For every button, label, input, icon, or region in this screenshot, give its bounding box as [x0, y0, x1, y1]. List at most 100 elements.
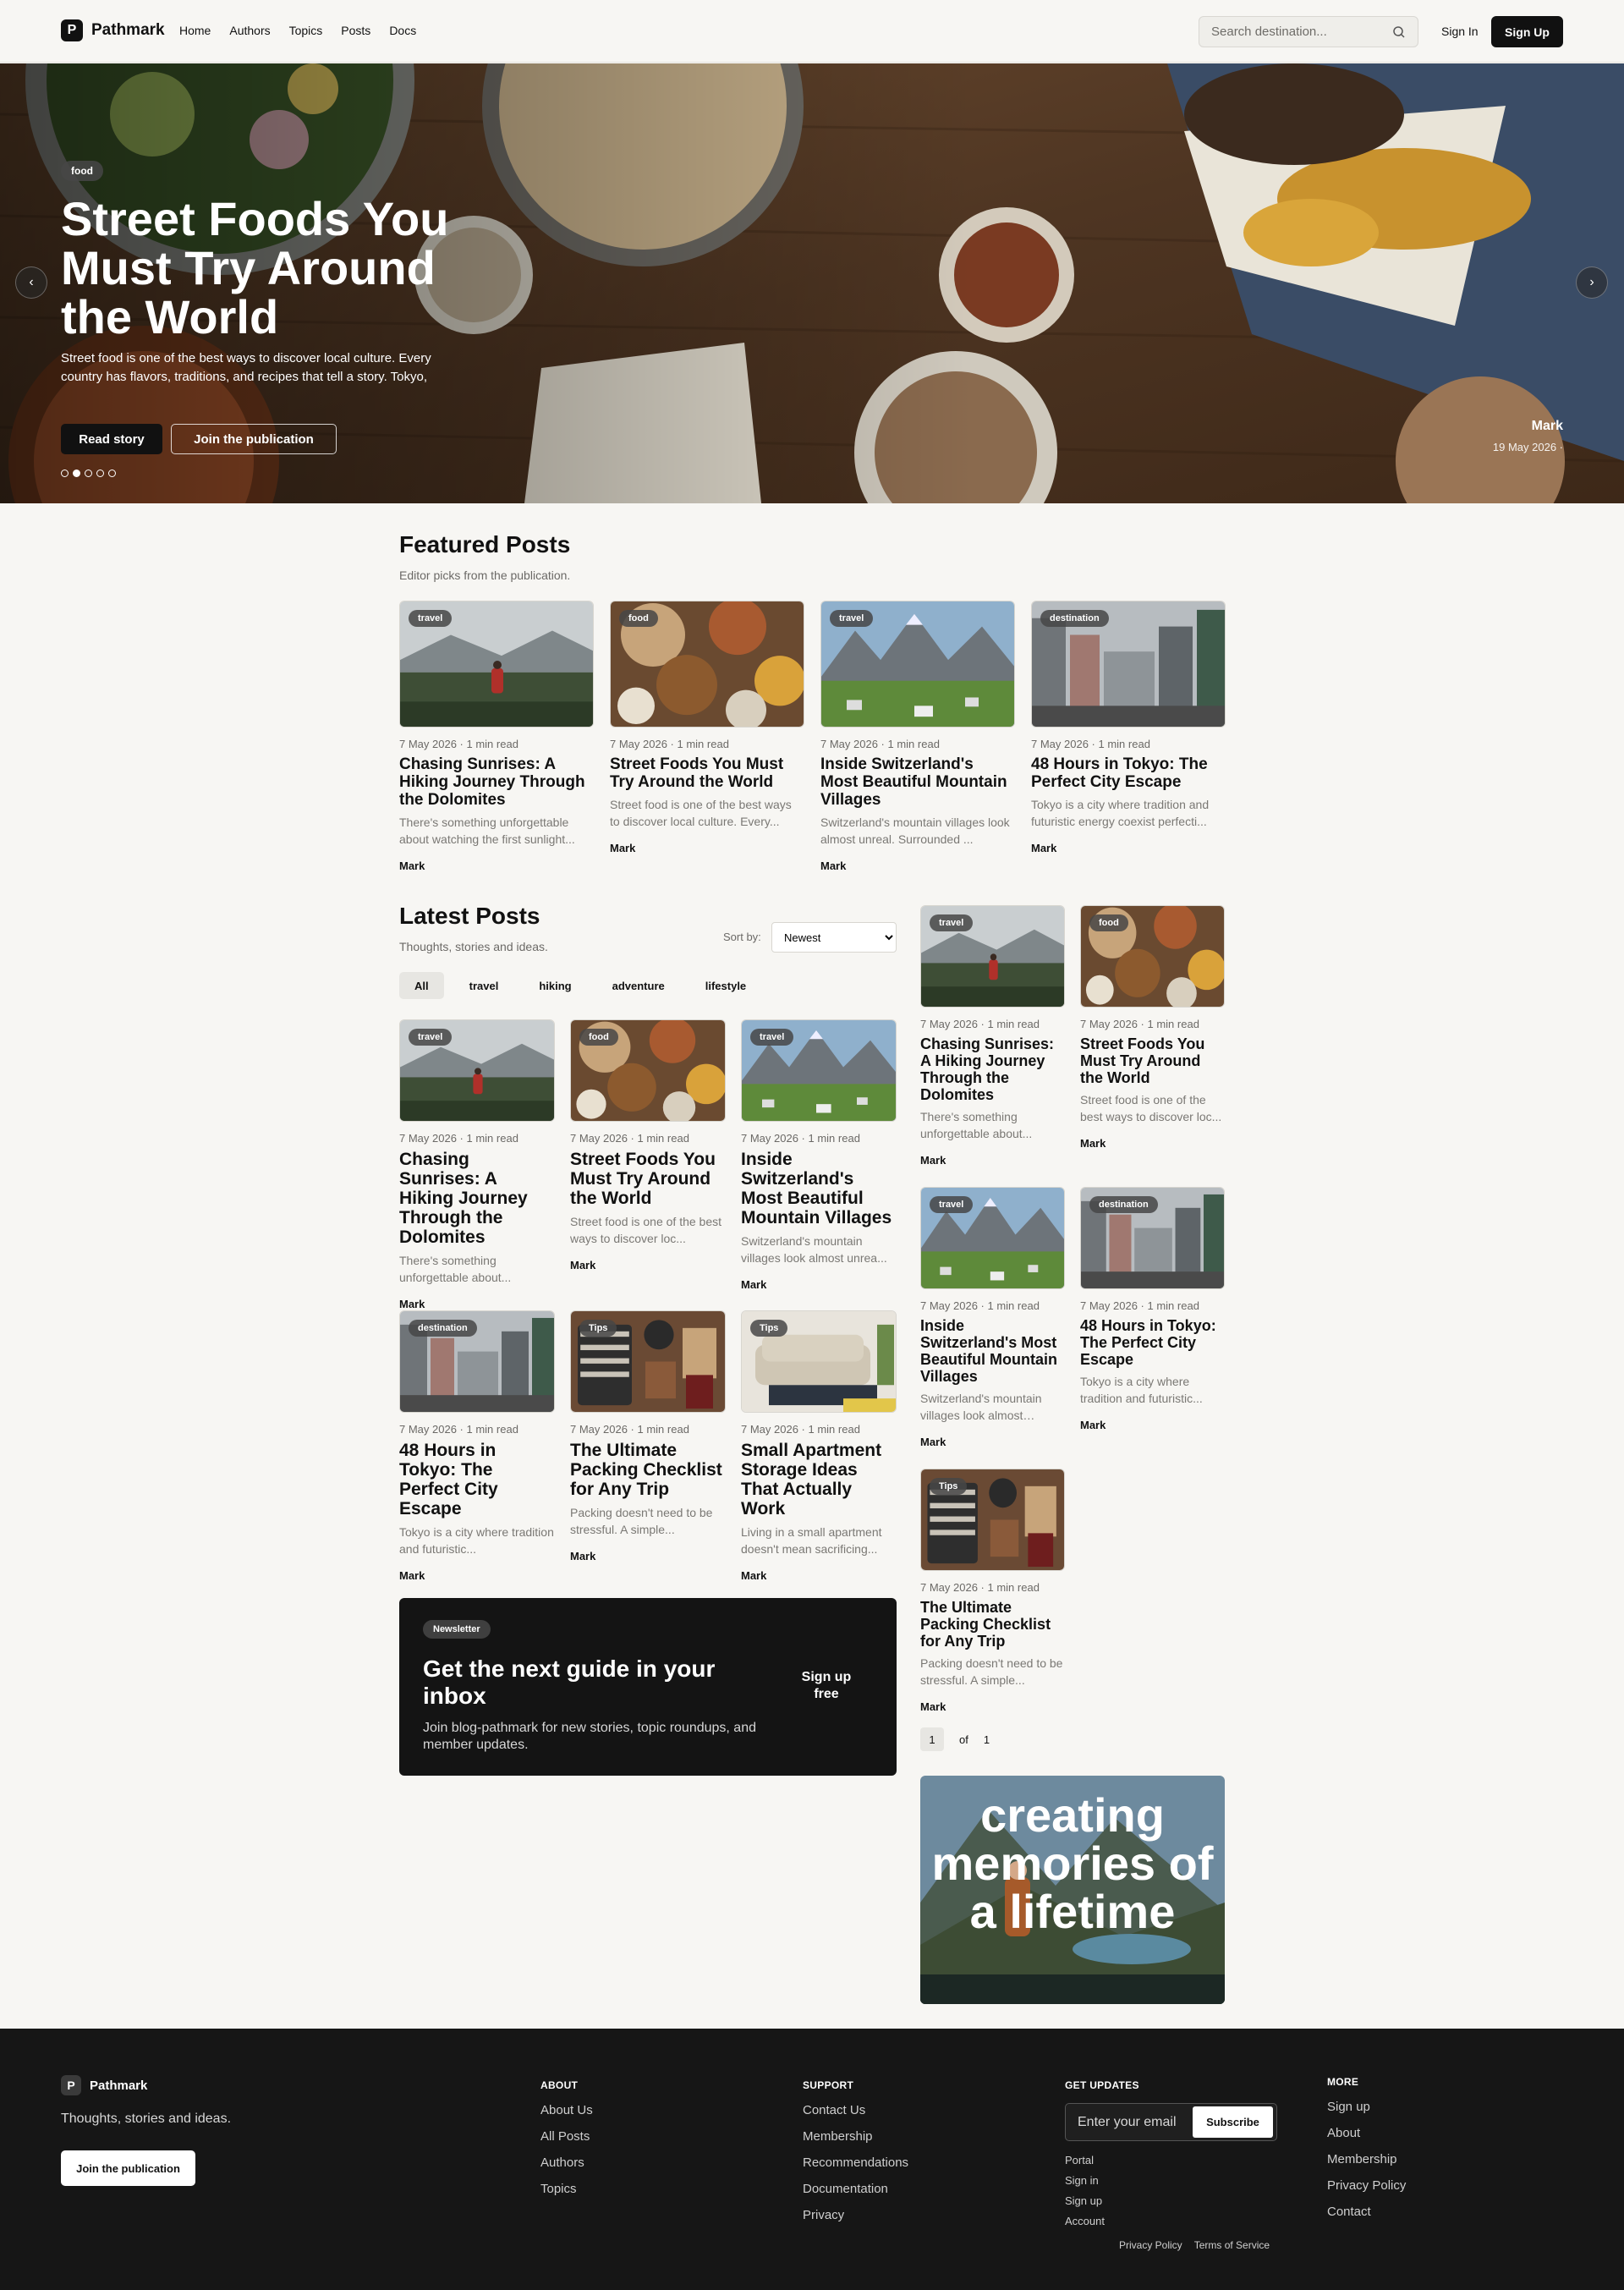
post-tag[interactable]: food	[619, 610, 658, 627]
post-card[interactable]: destination 7 May 2026 · 1 min read 48 Hou…	[1031, 601, 1226, 854]
footer-link-authors[interactable]: Authors	[540, 2155, 593, 2170]
post-tag[interactable]: travel	[409, 1029, 453, 1046]
post-title[interactable]: Street Foods You Must Try Around the Wor…	[1080, 1035, 1225, 1086]
hero-tag[interactable]: food	[61, 161, 103, 181]
footer-link-membership[interactable]: Membership	[803, 2129, 908, 2144]
footer-link-portal[interactable]: Portal	[1065, 2154, 1105, 2166]
carousel-dot[interactable]	[61, 470, 69, 477]
post-title[interactable]: Inside Switzerland's Most Beautiful Moun…	[820, 755, 1015, 809]
post-card[interactable]: travel 7 May 2026 · 1 min read Inside Swit…	[741, 1019, 897, 1291]
carousel-next-button[interactable]: ›	[1576, 266, 1608, 299]
filter-travel[interactable]: travel	[454, 972, 514, 999]
footer-more-privacy[interactable]: Privacy Policy	[1327, 2178, 1406, 2193]
post-tag[interactable]: food	[579, 1029, 618, 1046]
post-thumbnail[interactable]: food	[610, 601, 804, 728]
post-card[interactable]: food 7 May 2026 · 1 min read Street Foods …	[570, 1019, 726, 1271]
newsletter-signup-button[interactable]: Sign up free	[792, 1669, 861, 1703]
filter-lifestyle[interactable]: lifestyle	[690, 972, 761, 999]
nav-posts[interactable]: Posts	[341, 24, 370, 37]
join-publication-button[interactable]: Join the publication	[171, 424, 337, 454]
post-title[interactable]: Small Apartment Storage Ideas That Actua…	[741, 1441, 897, 1518]
post-author[interactable]: Mark	[399, 859, 594, 872]
post-tag[interactable]: travel	[930, 1196, 974, 1213]
footer-link-signin[interactable]: Sign in	[1065, 2174, 1105, 2187]
footer-link-documentation[interactable]: Documentation	[803, 2182, 908, 2196]
post-author[interactable]: Mark	[920, 1154, 1065, 1167]
footer-link-signup[interactable]: Sign up	[1065, 2194, 1105, 2207]
post-thumbnail[interactable]: food	[1080, 905, 1225, 1008]
legal-privacy-link[interactable]: Privacy Policy	[1119, 2239, 1182, 2251]
post-thumbnail[interactable]: food	[570, 1019, 726, 1122]
post-card[interactable]: Tips 7 May 2026 · 1 min read Small Apartme…	[741, 1310, 897, 1582]
nav-topics[interactable]: Topics	[289, 24, 323, 37]
post-title[interactable]: The Ultimate Packing Checklist for Any T…	[570, 1441, 726, 1499]
footer-more-about[interactable]: About	[1327, 2126, 1406, 2140]
post-card[interactable]: destination 7 May 2026 · 1 min read 48 Hou…	[1080, 1187, 1225, 1431]
post-thumbnail[interactable]: travel	[399, 1019, 555, 1122]
post-card[interactable]: destination 7 May 2026 · 1 min read 48 Hou…	[399, 1310, 555, 1582]
post-tag[interactable]: Tips	[930, 1478, 968, 1495]
carousel-prev-button[interactable]: ‹	[15, 266, 47, 299]
post-title[interactable]: 48 Hours in Tokyo: The Perfect City Esca…	[399, 1441, 555, 1518]
post-tag[interactable]: travel	[830, 610, 874, 627]
post-author[interactable]: Mark	[741, 1569, 897, 1582]
post-author[interactable]: Mark	[820, 859, 1015, 872]
post-thumbnail[interactable]: destination	[1031, 601, 1226, 728]
post-card[interactable]: travel 7 May 2026 · 1 min read Chasing Sun…	[920, 905, 1065, 1167]
post-thumbnail[interactable]: destination	[399, 1310, 555, 1413]
nav-authors[interactable]: Authors	[229, 24, 270, 37]
footer-join-button[interactable]: Join the publication	[61, 2150, 195, 2186]
post-card[interactable]: Tips 7 May 2026 · 1 min read The Ultimate …	[920, 1469, 1065, 1713]
post-author[interactable]: Mark	[1031, 842, 1226, 854]
post-thumbnail[interactable]: travel	[399, 601, 594, 728]
post-card[interactable]: travel 7 May 2026 · 1 min read Chasing Sun…	[399, 1019, 555, 1310]
signup-button[interactable]: Sign Up	[1491, 16, 1563, 47]
filter-hiking[interactable]: hiking	[524, 972, 586, 999]
search-input[interactable]	[1211, 25, 1380, 39]
post-tag[interactable]: travel	[750, 1029, 794, 1046]
post-author[interactable]: Mark	[570, 1550, 726, 1562]
post-title[interactable]: Inside Switzerland's Most Beautiful Moun…	[741, 1150, 897, 1227]
filter-adventure[interactable]: adventure	[597, 972, 680, 999]
post-thumbnail[interactable]: Tips	[920, 1469, 1065, 1571]
legal-terms-link[interactable]: Terms of Service	[1194, 2239, 1270, 2251]
post-title[interactable]: The Ultimate Packing Checklist for Any T…	[920, 1599, 1065, 1650]
filter-all[interactable]: All	[399, 972, 444, 999]
post-card[interactable]: Tips 7 May 2026 · 1 min read The Ultimate …	[570, 1310, 726, 1562]
promo-banner[interactable]: creating memories of a lifetime	[920, 1776, 1225, 2004]
post-tag[interactable]: Tips	[579, 1320, 617, 1337]
post-card[interactable]: travel 7 May 2026 · 1 min read Inside Swit…	[920, 1187, 1065, 1448]
post-author[interactable]: Mark	[570, 1259, 726, 1271]
post-card[interactable]: food 7 May 2026 · 1 min read Street Foods …	[1080, 905, 1225, 1150]
footer-link-account[interactable]: Account	[1065, 2215, 1105, 2227]
post-tag[interactable]: travel	[409, 610, 453, 627]
footer-link-about-us[interactable]: About Us	[540, 2103, 593, 2117]
post-thumbnail[interactable]: Tips	[741, 1310, 897, 1413]
post-tag[interactable]: travel	[930, 914, 974, 931]
post-author[interactable]: Mark	[920, 1700, 1065, 1713]
post-author[interactable]: Mark	[610, 842, 804, 854]
sort-select[interactable]: Newest	[771, 922, 897, 953]
carousel-dot-active[interactable]	[73, 470, 80, 477]
post-author[interactable]: Mark	[1080, 1419, 1225, 1431]
post-author[interactable]: Mark	[1080, 1137, 1225, 1150]
hero-title[interactable]: Street Foods You Must Try Around the Wor…	[61, 195, 501, 342]
footer-more-contact[interactable]: Contact	[1327, 2205, 1406, 2219]
post-title[interactable]: Street Foods You Must Try Around the Wor…	[610, 755, 804, 791]
post-thumbnail[interactable]: travel	[920, 1187, 1065, 1289]
post-tag[interactable]: destination	[409, 1320, 477, 1337]
carousel-dot[interactable]	[96, 470, 104, 477]
nav-docs[interactable]: Docs	[389, 24, 416, 37]
post-thumbnail[interactable]: Tips	[570, 1310, 726, 1413]
footer-link-privacy[interactable]: Privacy	[803, 2208, 908, 2222]
read-story-button[interactable]: Read story	[61, 424, 162, 454]
post-card[interactable]: travel 7 May 2026 · 1 min read Inside Swit…	[820, 601, 1015, 872]
post-card[interactable]: travel 7 May 2026 · 1 min read Chasing Sun…	[399, 601, 594, 872]
hero-author[interactable]: Mark	[1493, 419, 1563, 434]
post-thumbnail[interactable]: travel	[820, 601, 1015, 728]
nav-home[interactable]: Home	[179, 24, 211, 37]
post-thumbnail[interactable]: destination	[1080, 1187, 1225, 1289]
post-tag[interactable]: destination	[1040, 610, 1109, 627]
post-title[interactable]: Chasing Sunrises: A Hiking Journey Throu…	[399, 1150, 555, 1247]
post-tag[interactable]: food	[1089, 914, 1128, 931]
